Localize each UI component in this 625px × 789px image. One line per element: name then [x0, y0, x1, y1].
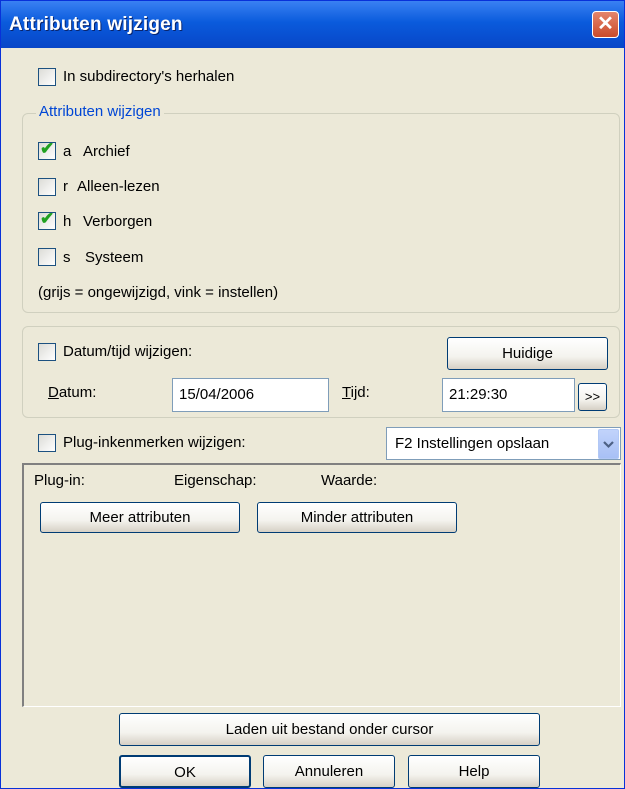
time-label: Tijd: — [342, 384, 370, 401]
close-button[interactable]: ✕ — [592, 11, 619, 38]
column-plugin: Plug-in: — [34, 472, 85, 489]
hidden-checkbox[interactable]: ✔ — [38, 209, 56, 230]
time-more-button[interactable]: >> — [578, 383, 607, 411]
checkmark-icon: ✔ — [40, 209, 55, 228]
title-bar[interactable]: Attributen wijzigen ✕ — [1, 1, 624, 48]
time-field[interactable]: 21:29:30 — [442, 378, 575, 412]
system-checkbox[interactable] — [38, 248, 56, 266]
plugin-attributes-panel: Plug-in: Eigenschap: Waarde: Meer attrib… — [22, 463, 621, 707]
system-letter: s — [63, 249, 71, 266]
date-label: Datum: — [48, 384, 97, 401]
ok-button[interactable]: OK — [119, 755, 251, 788]
hidden-label: Verborgen — [83, 213, 153, 230]
hidden-letter: h — [63, 213, 72, 230]
plugin-label: Plug-inkenmerken wijzigen: — [63, 434, 246, 451]
dialog-window: Attributen wijzigen ✕ In subdirectory's … — [0, 0, 625, 789]
dropdown-arrow-button[interactable] — [598, 429, 619, 459]
archive-letter: a — [63, 143, 72, 160]
readonly-letter: r — [63, 178, 68, 195]
date-field[interactable]: 15/04/2006 — [172, 378, 329, 412]
plugin-checkbox[interactable] — [38, 434, 56, 452]
current-datetime-button[interactable]: Huidige — [447, 337, 608, 370]
plugin-dropdown-value: F2 Instellingen opslaan — [395, 435, 550, 452]
load-from-file-button[interactable]: Laden uit bestand onder cursor — [119, 713, 540, 746]
cancel-button[interactable]: Annuleren — [263, 755, 395, 788]
attributes-legend: Attributen wijzigen — [36, 103, 164, 120]
readonly-label: Alleen-lezen — [77, 178, 160, 195]
column-property: Eigenschap: — [174, 472, 257, 489]
checkmark-icon: ✔ — [40, 139, 55, 158]
recurse-checkbox[interactable] — [38, 68, 56, 86]
plugin-dropdown[interactable]: F2 Instellingen opslaan — [386, 427, 621, 460]
readonly-checkbox[interactable] — [38, 178, 56, 196]
archive-label: Archief — [83, 143, 130, 160]
chevron-down-icon — [603, 441, 614, 449]
more-attributes-button[interactable]: Meer attributen — [40, 502, 240, 533]
column-value: Waarde: — [321, 472, 378, 489]
recurse-label: In subdirectory's herhalen — [63, 68, 235, 85]
datetime-checkbox[interactable] — [38, 343, 56, 361]
less-attributes-button[interactable]: Minder attributen — [257, 502, 457, 533]
window-title: Attributen wijzigen — [9, 14, 183, 35]
close-icon: ✕ — [597, 13, 614, 35]
system-label: Systeem — [85, 249, 144, 266]
attributes-hint: (grijs = ongewijzigd, vink = instellen) — [38, 284, 279, 301]
datetime-label: Datum/tijd wijzigen: — [63, 343, 193, 360]
help-button[interactable]: Help — [408, 755, 540, 788]
archive-checkbox[interactable]: ✔ — [38, 139, 56, 160]
